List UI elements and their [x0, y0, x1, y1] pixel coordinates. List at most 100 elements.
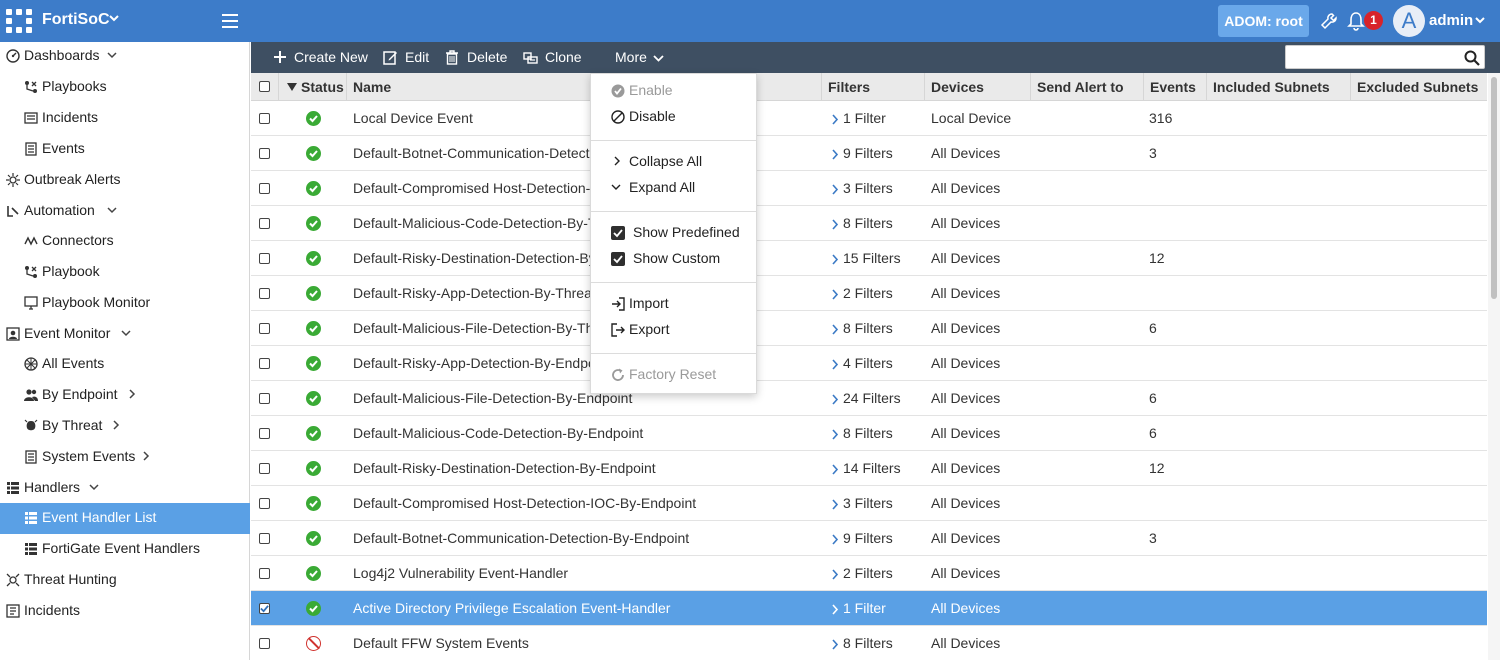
expand-filters-icon[interactable]	[831, 639, 839, 650]
bell-icon[interactable]	[1347, 11, 1365, 31]
row-checkbox[interactable]	[259, 603, 270, 614]
sidebar-item-dashboards[interactable]: Dashboards	[0, 41, 250, 72]
adom-selector-button[interactable]: ADOM: root	[1218, 5, 1309, 37]
column-header-send-alert-to[interactable]: Send Alert to	[1031, 73, 1144, 101]
show-predefined-checkbox[interactable]	[611, 226, 625, 240]
table-row[interactable]: Default-Compromised Host-Detection-IOC-B…	[251, 486, 1487, 521]
sidebar-item-event-monitor[interactable]: Event Monitor	[0, 319, 250, 350]
menu-item-collapse-all[interactable]: Collapse All	[591, 149, 756, 175]
row-checkbox[interactable]	[259, 288, 270, 299]
wrench-icon[interactable]	[1320, 12, 1338, 30]
app-grid-logo-icon[interactable]	[6, 9, 32, 33]
sidebar-item-all-events[interactable]: All Events	[0, 349, 250, 380]
table-row[interactable]: Default-Risky-Destination-Detection-By-E…	[251, 451, 1487, 486]
row-checkbox[interactable]	[259, 358, 270, 369]
clone-button[interactable]: Clone	[523, 42, 585, 73]
expand-filters-icon[interactable]	[831, 289, 839, 300]
chevron-down-icon[interactable]	[108, 12, 120, 24]
table-row[interactable]: Default-Botnet-Communication-Detection-B…	[251, 136, 1487, 171]
table-row[interactable]: Local Device Event 1 Filter Local Device 31…	[251, 101, 1487, 136]
table-row[interactable]: Default-Malicious-File-Detection-By-Thre…	[251, 311, 1487, 346]
more-button[interactable]: More	[615, 42, 667, 73]
row-checkbox[interactable]	[259, 218, 270, 229]
table-scrollbar[interactable]	[1488, 73, 1500, 660]
sidebar-item-playbook[interactable]: Playbook	[0, 257, 250, 288]
expand-filters-icon[interactable]	[831, 149, 839, 160]
row-checkbox[interactable]	[259, 498, 270, 509]
row-checkbox[interactable]	[259, 183, 270, 194]
sidebar-item-by-endpoint[interactable]: By Endpoint	[0, 380, 250, 411]
avatar[interactable]: A	[1393, 5, 1425, 37]
column-header-excluded-subnets[interactable]: Excluded Subnets	[1351, 73, 1487, 101]
table-row[interactable]: Log4j2 Vulnerability Event-Handler 2 Filt…	[251, 556, 1487, 591]
menu-item-enable[interactable]: Enable	[591, 78, 756, 104]
expand-filters-icon[interactable]	[831, 534, 839, 545]
table-row[interactable]: Active Directory Privilege Escalation Ev…	[251, 591, 1487, 626]
menu-item-export[interactable]: Export	[591, 317, 756, 343]
menu-item-disable[interactable]: Disable	[591, 104, 756, 130]
expand-filters-icon[interactable]	[831, 219, 839, 230]
notification-count-badge[interactable]: 1	[1364, 11, 1383, 30]
row-checkbox[interactable]	[259, 148, 270, 159]
show-custom-checkbox[interactable]	[611, 252, 625, 266]
row-checkbox[interactable]	[259, 638, 270, 649]
search-input[interactable]	[1285, 45, 1485, 69]
sidebar-item-handlers[interactable]: Handlers	[0, 473, 250, 504]
column-header-included-subnets[interactable]: Included Subnets	[1207, 73, 1351, 101]
chevron-down-icon[interactable]	[1474, 14, 1486, 26]
menu-item-show-custom[interactable]: Show Custom	[591, 246, 756, 272]
expand-filters-icon[interactable]	[831, 324, 839, 335]
menu-toggle-icon[interactable]	[222, 14, 238, 28]
sidebar-item-automation[interactable]: Automation	[0, 196, 250, 227]
expand-filters-icon[interactable]	[831, 429, 839, 440]
table-row[interactable]: Default-Malicious-Code-Detection-By-Endp…	[251, 416, 1487, 451]
user-name[interactable]: admin	[1429, 12, 1473, 29]
table-row[interactable]: Default-Risky-App-Detection-By-Threat 2 F…	[251, 276, 1487, 311]
sidebar-item-outbreak-alerts[interactable]: Outbreak Alerts	[0, 165, 250, 196]
sidebar-item-incidents-bottom[interactable]: Incidents	[0, 596, 250, 627]
sidebar-item-playbooks[interactable]: Playbooks	[0, 72, 250, 103]
column-header-filters[interactable]: Filters	[822, 73, 925, 101]
search-icon[interactable]	[1464, 50, 1480, 66]
table-row[interactable]: Default-Risky-App-Detection-By-Endpoint 4…	[251, 346, 1487, 381]
sidebar-item-events[interactable]: Events	[0, 134, 250, 165]
table-row[interactable]: Default-Malicious-File-Detection-By-Endp…	[251, 381, 1487, 416]
expand-filters-icon[interactable]	[831, 394, 839, 405]
edit-button[interactable]: Edit	[383, 42, 433, 73]
column-header-status[interactable]: Status	[279, 73, 347, 101]
table-row[interactable]: Default-Botnet-Communication-Detection-B…	[251, 521, 1487, 556]
expand-filters-icon[interactable]	[831, 254, 839, 265]
sidebar-item-fortigate-event-handlers[interactable]: FortiGate Event Handlers	[0, 534, 250, 565]
expand-filters-icon[interactable]	[831, 184, 839, 195]
row-checkbox[interactable]	[259, 323, 270, 334]
sidebar-item-system-events[interactable]: System Events	[0, 442, 250, 473]
expand-filters-icon[interactable]	[831, 499, 839, 510]
row-checkbox[interactable]	[259, 253, 270, 264]
table-row[interactable]: Default-Malicious-Code-Detection-By-Thre…	[251, 206, 1487, 241]
select-all-checkbox[interactable]	[259, 81, 270, 92]
sidebar-item-event-handler-list[interactable]: Event Handler List	[0, 503, 250, 534]
row-checkbox[interactable]	[259, 393, 270, 404]
table-row[interactable]: Default FFW System Events 8 Filters All De…	[251, 626, 1487, 660]
menu-item-import[interactable]: Import	[591, 291, 756, 317]
table-row[interactable]: Default-Risky-Destination-Detection-By-T…	[251, 241, 1487, 276]
column-header-devices[interactable]: Devices	[925, 73, 1031, 101]
row-checkbox[interactable]	[259, 533, 270, 544]
menu-item-expand-all[interactable]: Expand All	[591, 175, 756, 201]
expand-filters-icon[interactable]	[831, 114, 839, 125]
table-row[interactable]: Default-Compromised Host-Detection-IOC-B…	[251, 171, 1487, 206]
row-checkbox[interactable]	[259, 568, 270, 579]
expand-filters-icon[interactable]	[831, 464, 839, 475]
row-checkbox[interactable]	[259, 463, 270, 474]
menu-item-show-predefined[interactable]: Show Predefined	[591, 220, 756, 246]
column-header-events[interactable]: Events	[1144, 73, 1207, 101]
sidebar-item-threat-hunting[interactable]: Threat Hunting	[0, 565, 250, 596]
expand-filters-icon[interactable]	[831, 359, 839, 370]
row-checkbox[interactable]	[259, 428, 270, 439]
app-title[interactable]: FortiSoC	[42, 11, 110, 29]
scrollbar-thumb[interactable]	[1491, 77, 1497, 299]
delete-button[interactable]: Delete	[445, 42, 511, 73]
expand-filters-icon[interactable]	[831, 569, 839, 580]
sidebar-item-incidents[interactable]: Incidents	[0, 103, 250, 134]
sidebar-item-by-threat[interactable]: By Threat	[0, 411, 250, 442]
